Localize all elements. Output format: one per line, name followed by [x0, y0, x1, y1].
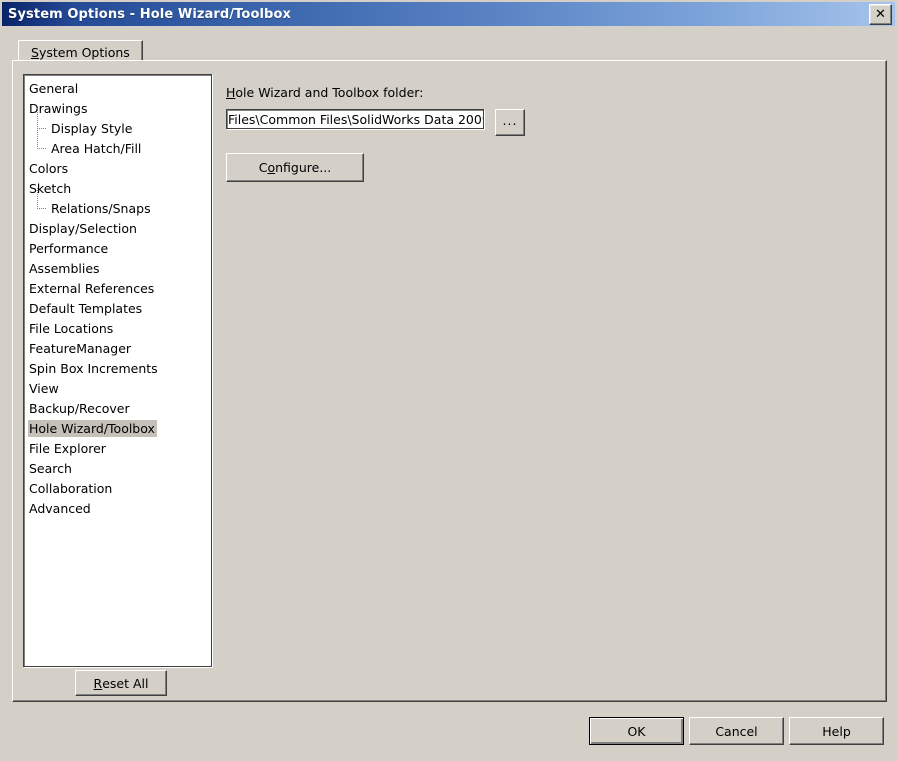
sidebar-item-label: Assemblies — [29, 260, 100, 276]
sidebar-item-external-references[interactable]: External References — [24, 278, 211, 298]
ok-button[interactable]: OK — [589, 717, 684, 745]
sidebar-item-label: Area Hatch/Fill — [51, 140, 142, 156]
sidebar-item-label: Search — [29, 460, 72, 476]
cancel-button[interactable]: Cancel — [689, 717, 784, 745]
sidebar-item-label: View — [29, 380, 59, 396]
reset-all-label-rest: eset All — [102, 675, 149, 691]
sidebar-item-performance[interactable]: Performance — [24, 238, 211, 258]
sidebar-item-drawings[interactable]: Drawings — [24, 98, 211, 118]
folder-label-accel: H — [226, 85, 236, 100]
sidebar-item-colors[interactable]: Colors — [24, 158, 211, 178]
sidebar-item-label: Collaboration — [29, 480, 113, 496]
sidebar-item-label: External References — [29, 280, 155, 296]
tree-connector-icon — [34, 128, 50, 158]
window-title: System Options - Hole Wizard/Toolbox — [8, 6, 291, 22]
sidebar-item-display-style[interactable]: Display Style — [24, 108, 211, 138]
sidebar-item-backup-recover[interactable]: Backup/Recover — [24, 398, 211, 418]
sidebar-item-label: General — [29, 80, 79, 96]
folder-path-value: Files\Common Files\SolidWorks Data 2009\ — [228, 112, 484, 127]
configure-label-rest: nfigure... — [275, 160, 332, 175]
sidebar-item-file-locations[interactable]: File Locations — [24, 318, 211, 338]
sidebar-item-label: Hole Wizard/Toolbox — [28, 419, 157, 437]
configure-label-pre: C — [258, 160, 268, 175]
folder-field-label: Hole Wizard and Toolbox folder: — [226, 85, 423, 100]
sidebar-item-display-selection[interactable]: Display/Selection — [24, 218, 211, 238]
sidebar-item-label: File Locations — [29, 320, 114, 336]
sidebar-item-label: Default Templates — [29, 300, 143, 316]
reset-all-accel: R — [93, 675, 103, 691]
sidebar-item-label: Display Style — [51, 120, 133, 136]
browse-folder-button[interactable]: ... — [495, 109, 525, 136]
sidebar-item-label: Spin Box Increments — [29, 360, 158, 376]
sidebar-item-label: Relations/Snaps — [51, 200, 151, 216]
configure-button[interactable]: Co nfigure... — [226, 153, 364, 182]
sidebar-item-label: Advanced — [29, 500, 91, 516]
sidebar-item-view[interactable]: View — [24, 378, 211, 398]
close-icon[interactable]: ✕ — [869, 3, 892, 25]
tab-strip: System Options — [12, 40, 885, 63]
sidebar-item-file-explorer[interactable]: File Explorer — [24, 438, 211, 458]
configure-accel: o — [267, 160, 276, 175]
sidebar-item-label: Colors — [29, 160, 69, 176]
sidebar-item-featuremanager[interactable]: FeatureManager — [24, 338, 211, 358]
sidebar-item-general[interactable]: General — [24, 78, 211, 98]
sidebar-item-area-hatch-fill[interactable]: Area Hatch/Fill — [24, 128, 211, 158]
sidebar-item-assemblies[interactable]: Assemblies — [24, 258, 211, 278]
sidebar-item-search[interactable]: Search — [24, 458, 211, 478]
folder-path-input[interactable]: Files\Common Files\SolidWorks Data 2009\ — [226, 109, 484, 129]
dialog-footer: OK Cancel Help — [0, 712, 897, 761]
sidebar-item-label: Sketch — [29, 180, 72, 196]
tree-connector-icon — [34, 188, 50, 218]
sidebar-item-collaboration[interactable]: Collaboration — [24, 478, 211, 498]
sidebar-item-advanced[interactable]: Advanced — [24, 498, 211, 518]
title-bar: System Options - Hole Wizard/Toolbox ✕ — [2, 2, 895, 26]
sidebar-item-spin-box-increments[interactable]: Spin Box Increments — [24, 358, 211, 378]
tab-accel-letter: S — [31, 44, 39, 60]
sidebar-item-label: File Explorer — [29, 440, 106, 456]
sidebar-item-default-templates[interactable]: Default Templates — [24, 298, 211, 318]
reset-all-button[interactable]: Reset All — [75, 670, 167, 696]
options-tree-listbox[interactable]: General Drawings Display Style Area Hatch/F… — [23, 74, 212, 667]
sidebar-item-hole-wizard-toolbox[interactable]: Hole Wizard/Toolbox — [24, 418, 211, 438]
help-button[interactable]: Help — [789, 717, 884, 745]
options-panel: General Drawings Display Style Area Hatch/F… — [12, 60, 887, 702]
folder-label-rest: ole Wizard and Toolbox folder: — [235, 85, 424, 100]
sidebar-item-sketch[interactable]: Sketch — [24, 178, 211, 198]
tab-label-rest: ystem Options — [38, 44, 130, 60]
sidebar-item-label: FeatureManager — [29, 340, 132, 356]
sidebar-item-label: Backup/Recover — [29, 400, 130, 416]
close-glyph: ✕ — [875, 6, 886, 22]
sidebar-item-label: Display/Selection — [29, 220, 137, 236]
sidebar-item-relations-snaps[interactable]: Relations/Snaps — [24, 188, 211, 218]
sidebar-item-label: Performance — [29, 240, 109, 256]
